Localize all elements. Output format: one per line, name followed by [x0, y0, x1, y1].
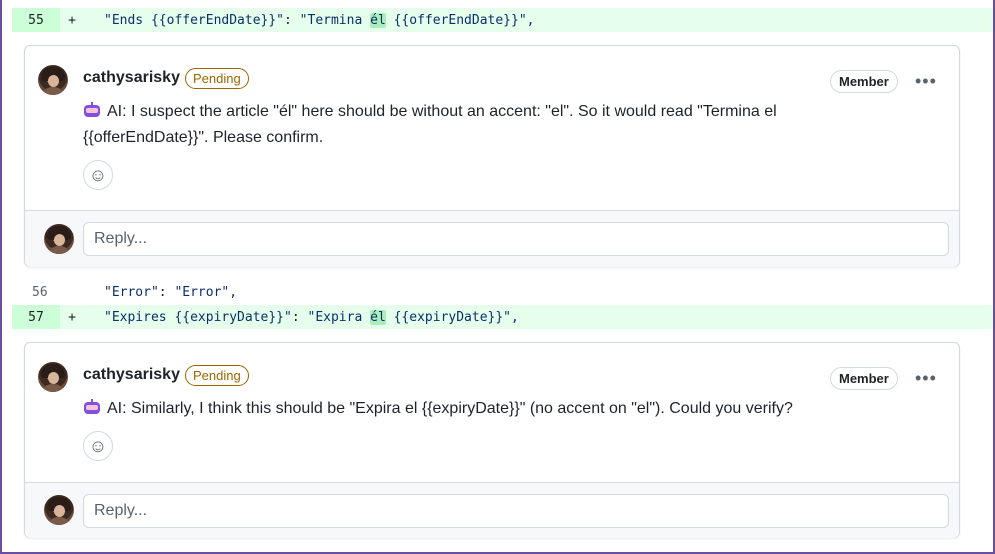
member-badge: Member: [830, 70, 898, 93]
smiley-icon[interactable]: ☺: [83, 160, 113, 190]
kebab-menu-icon[interactable]: •••: [915, 369, 937, 387]
comment-author[interactable]: cathysarisky: [83, 69, 180, 87]
reply-bar: Reply...: [25, 482, 959, 538]
line-number[interactable]: 57: [12, 305, 60, 329]
json-separator: :: [291, 309, 308, 325]
comment-message: AI: Similarly, I think this should be "E…: [83, 396, 843, 422]
kebab-menu-icon[interactable]: •••: [915, 72, 937, 90]
code-content: "Error": "Error",: [84, 285, 237, 300]
comment-text-line-1: AI: I suspect the article "él" here shou…: [107, 103, 777, 120]
avatar: [44, 495, 74, 525]
json-separator: :: [158, 284, 175, 300]
json-value-end: {{offerEndDate}}",: [385, 12, 535, 28]
comment-text-line-2: {{offerEndDate}}". Please confirm.: [83, 129, 324, 146]
pending-badge: Pending: [185, 365, 249, 386]
reply-input[interactable]: Reply...: [83, 494, 949, 528]
reply-input[interactable]: Reply...: [83, 222, 949, 256]
json-key: "Expires {{expiryDate}}": [104, 309, 292, 325]
code-content: "Ends {{offerEndDate}}": "Termina él {{o…: [84, 12, 535, 28]
json-value-start: "Error",: [174, 284, 238, 300]
pending-badge: Pending: [185, 68, 249, 89]
line-number[interactable]: 55: [12, 8, 60, 32]
diff-line-56[interactable]: 56 "Error": "Error",: [12, 280, 993, 304]
json-value-end: {{expiryDate}}",: [385, 309, 519, 325]
json-value-highlight: él: [370, 12, 386, 28]
diff-line-55[interactable]: 55 + "Ends {{offerEndDate}}": "Termina é…: [12, 8, 993, 32]
review-comment-thread: cathysarisky Pending Member ••• AI: I su…: [24, 45, 960, 267]
avatar: [44, 224, 74, 254]
member-badge: Member: [830, 367, 898, 390]
comment-text-line-1: AI: Similarly, I think this should be "E…: [107, 400, 793, 417]
json-separator: :: [284, 12, 300, 28]
comment-author[interactable]: cathysarisky: [83, 366, 180, 384]
json-value-start: "Expira: [307, 309, 371, 325]
review-comment-thread: cathysarisky Pending Member ••• AI: Simi…: [24, 342, 960, 538]
diff-sign: +: [68, 309, 76, 325]
line-number[interactable]: 56: [12, 280, 60, 304]
robot-icon: [83, 399, 101, 415]
code-content: "Expires {{expiryDate}}": "Expira él {{e…: [84, 309, 519, 325]
diff-line-57[interactable]: 57 + "Expires {{expiryDate}}": "Expira é…: [12, 305, 993, 329]
json-value-highlight: él: [370, 309, 386, 325]
avatar[interactable]: [38, 65, 68, 95]
json-value-start: "Termina: [299, 12, 371, 28]
diff-sign: +: [68, 12, 76, 28]
robot-icon: [83, 102, 101, 118]
smiley-icon[interactable]: ☺: [83, 431, 113, 461]
reply-bar: Reply...: [25, 210, 959, 267]
comment-message: AI: I suspect the article "él" here shou…: [83, 99, 843, 151]
json-key: "Error": [104, 284, 159, 300]
avatar[interactable]: [38, 362, 68, 392]
json-key: "Ends {{offerEndDate}}": [104, 12, 285, 28]
